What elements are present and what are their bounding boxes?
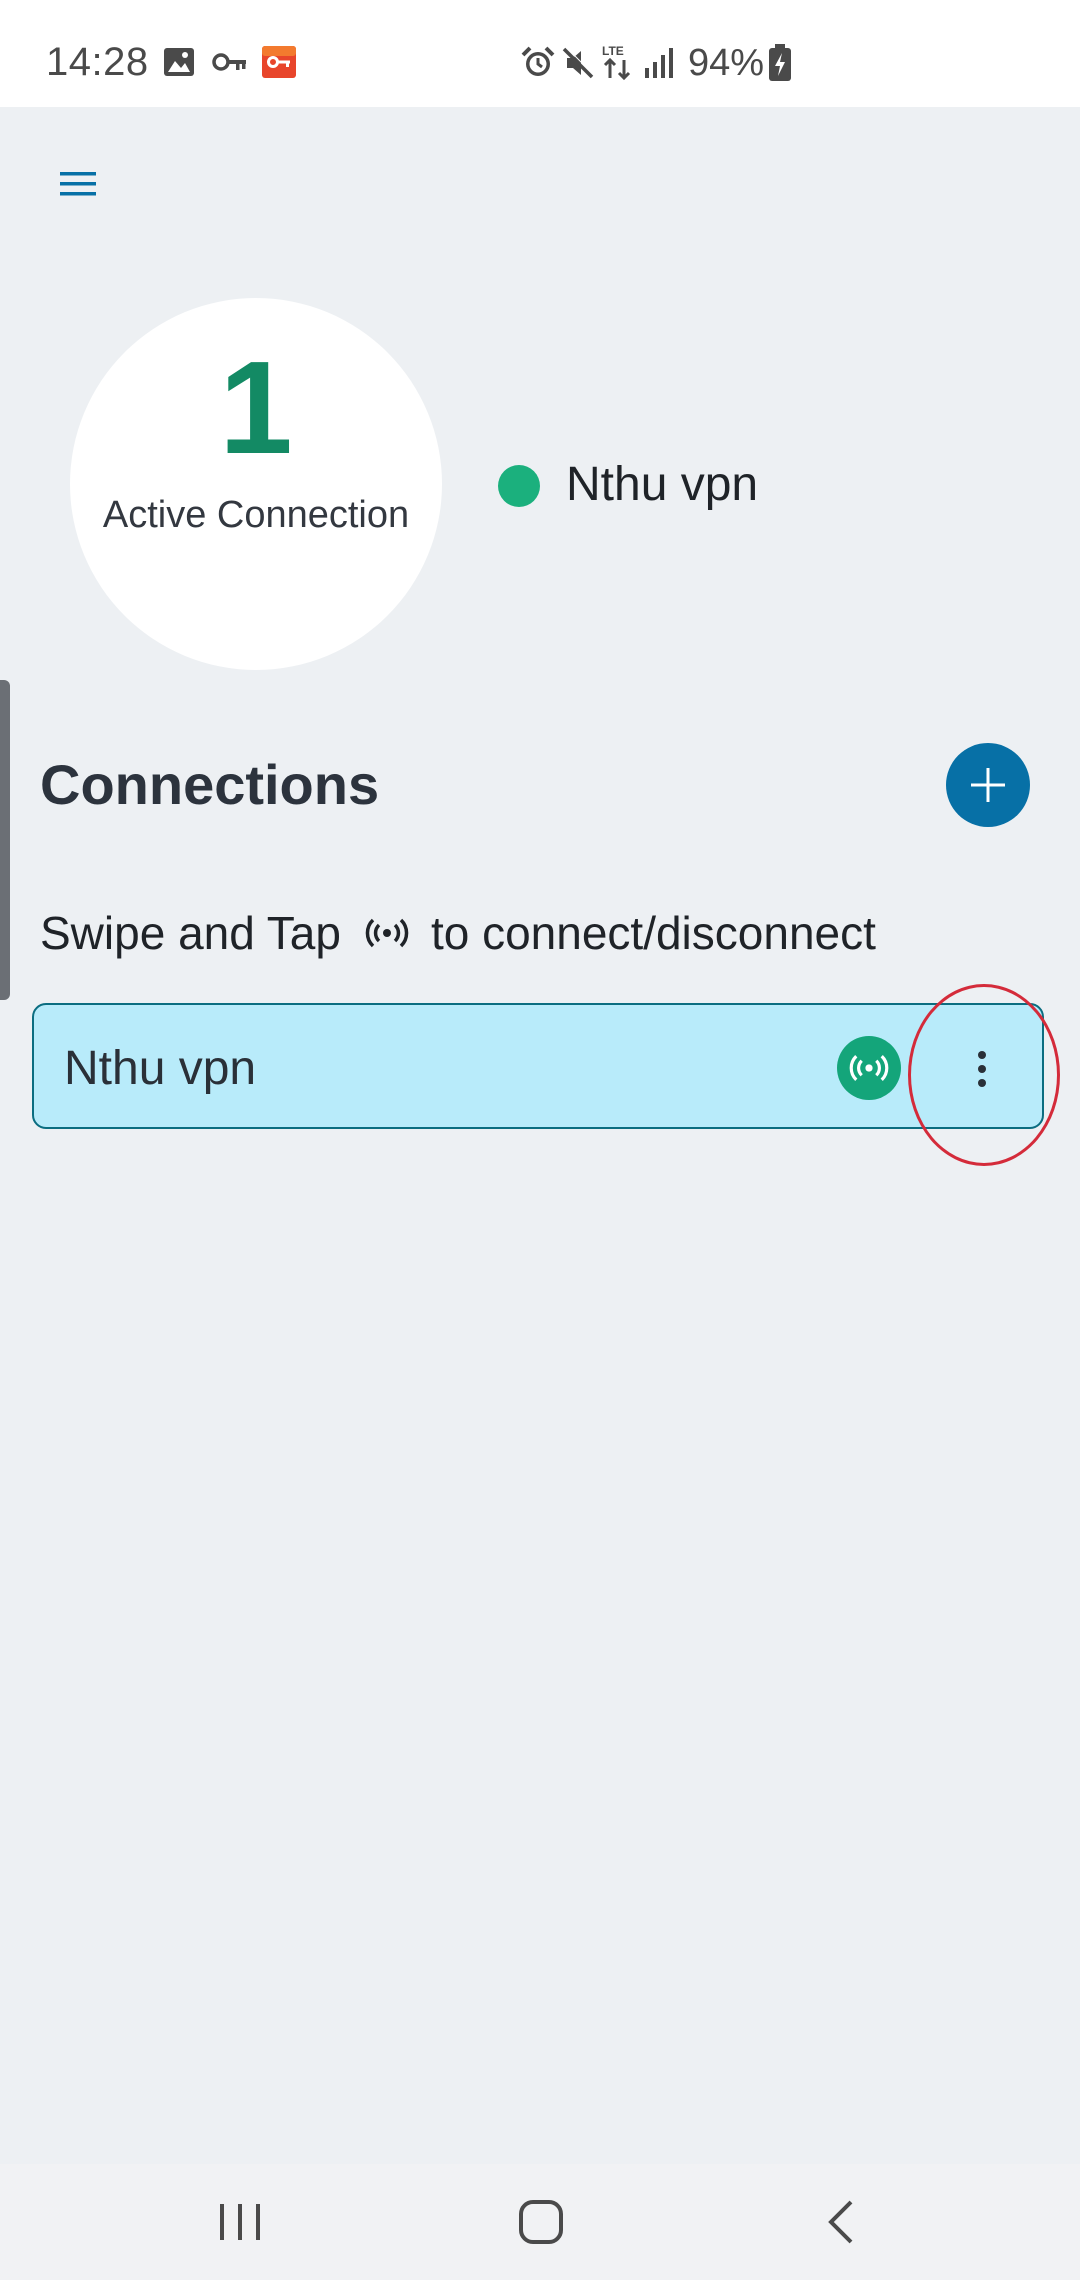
svg-text:LTE: LTE: [602, 44, 624, 58]
active-connection-count: 1: [219, 334, 293, 481]
vpn-key-icon: [212, 53, 246, 71]
hint-text-after: to connect/disconnect: [430, 907, 876, 959]
connection-options-button[interactable]: [954, 1033, 1010, 1103]
status-bar: 14:28 LTE 94%: [0, 0, 1080, 107]
more-vertical-icon: [978, 1051, 986, 1087]
active-connection-label: Active Connection: [102, 494, 410, 536]
status-time: 14:28: [46, 40, 149, 84]
hint-text-before: Swipe and Tap: [40, 907, 341, 959]
home-icon[interactable]: [510, 2194, 572, 2250]
hamburger-menu-icon: [60, 172, 96, 196]
connect-toggle-button[interactable]: [837, 1036, 901, 1100]
back-icon[interactable]: [815, 2194, 871, 2250]
connections-heading: Connections: [40, 753, 380, 816]
broadcast-icon: [849, 1055, 889, 1081]
mute-icon: [562, 46, 595, 79]
system-navigation-bar: [0, 2164, 1080, 2280]
menu-button[interactable]: [46, 158, 112, 210]
add-connection-button[interactable]: [946, 743, 1030, 827]
signal-icon: [645, 48, 673, 78]
battery-percentage: 94%: [688, 42, 765, 84]
connection-name: Nthu vpn: [64, 1042, 257, 1095]
image-icon: [164, 48, 194, 76]
battery-charging-icon: [769, 44, 791, 81]
active-connection-summary: 1 Active Connection: [70, 298, 442, 670]
recent-apps-icon[interactable]: [210, 2194, 270, 2250]
connection-list-item[interactable]: Nthu vpn: [32, 1003, 1044, 1129]
connected-status-dot: [498, 465, 540, 507]
broadcast-icon: [365, 918, 409, 948]
plus-icon: [971, 768, 1005, 802]
lte-icon: LTE: [602, 44, 631, 81]
edge-panel-handle[interactable]: [0, 680, 10, 1000]
app-key-icon: [262, 46, 296, 78]
active-connection-name: Nthu vpn: [566, 458, 759, 511]
alarm-icon: [521, 46, 555, 76]
connect-hint: Swipe and Tap to connect/disconnect: [40, 906, 876, 960]
